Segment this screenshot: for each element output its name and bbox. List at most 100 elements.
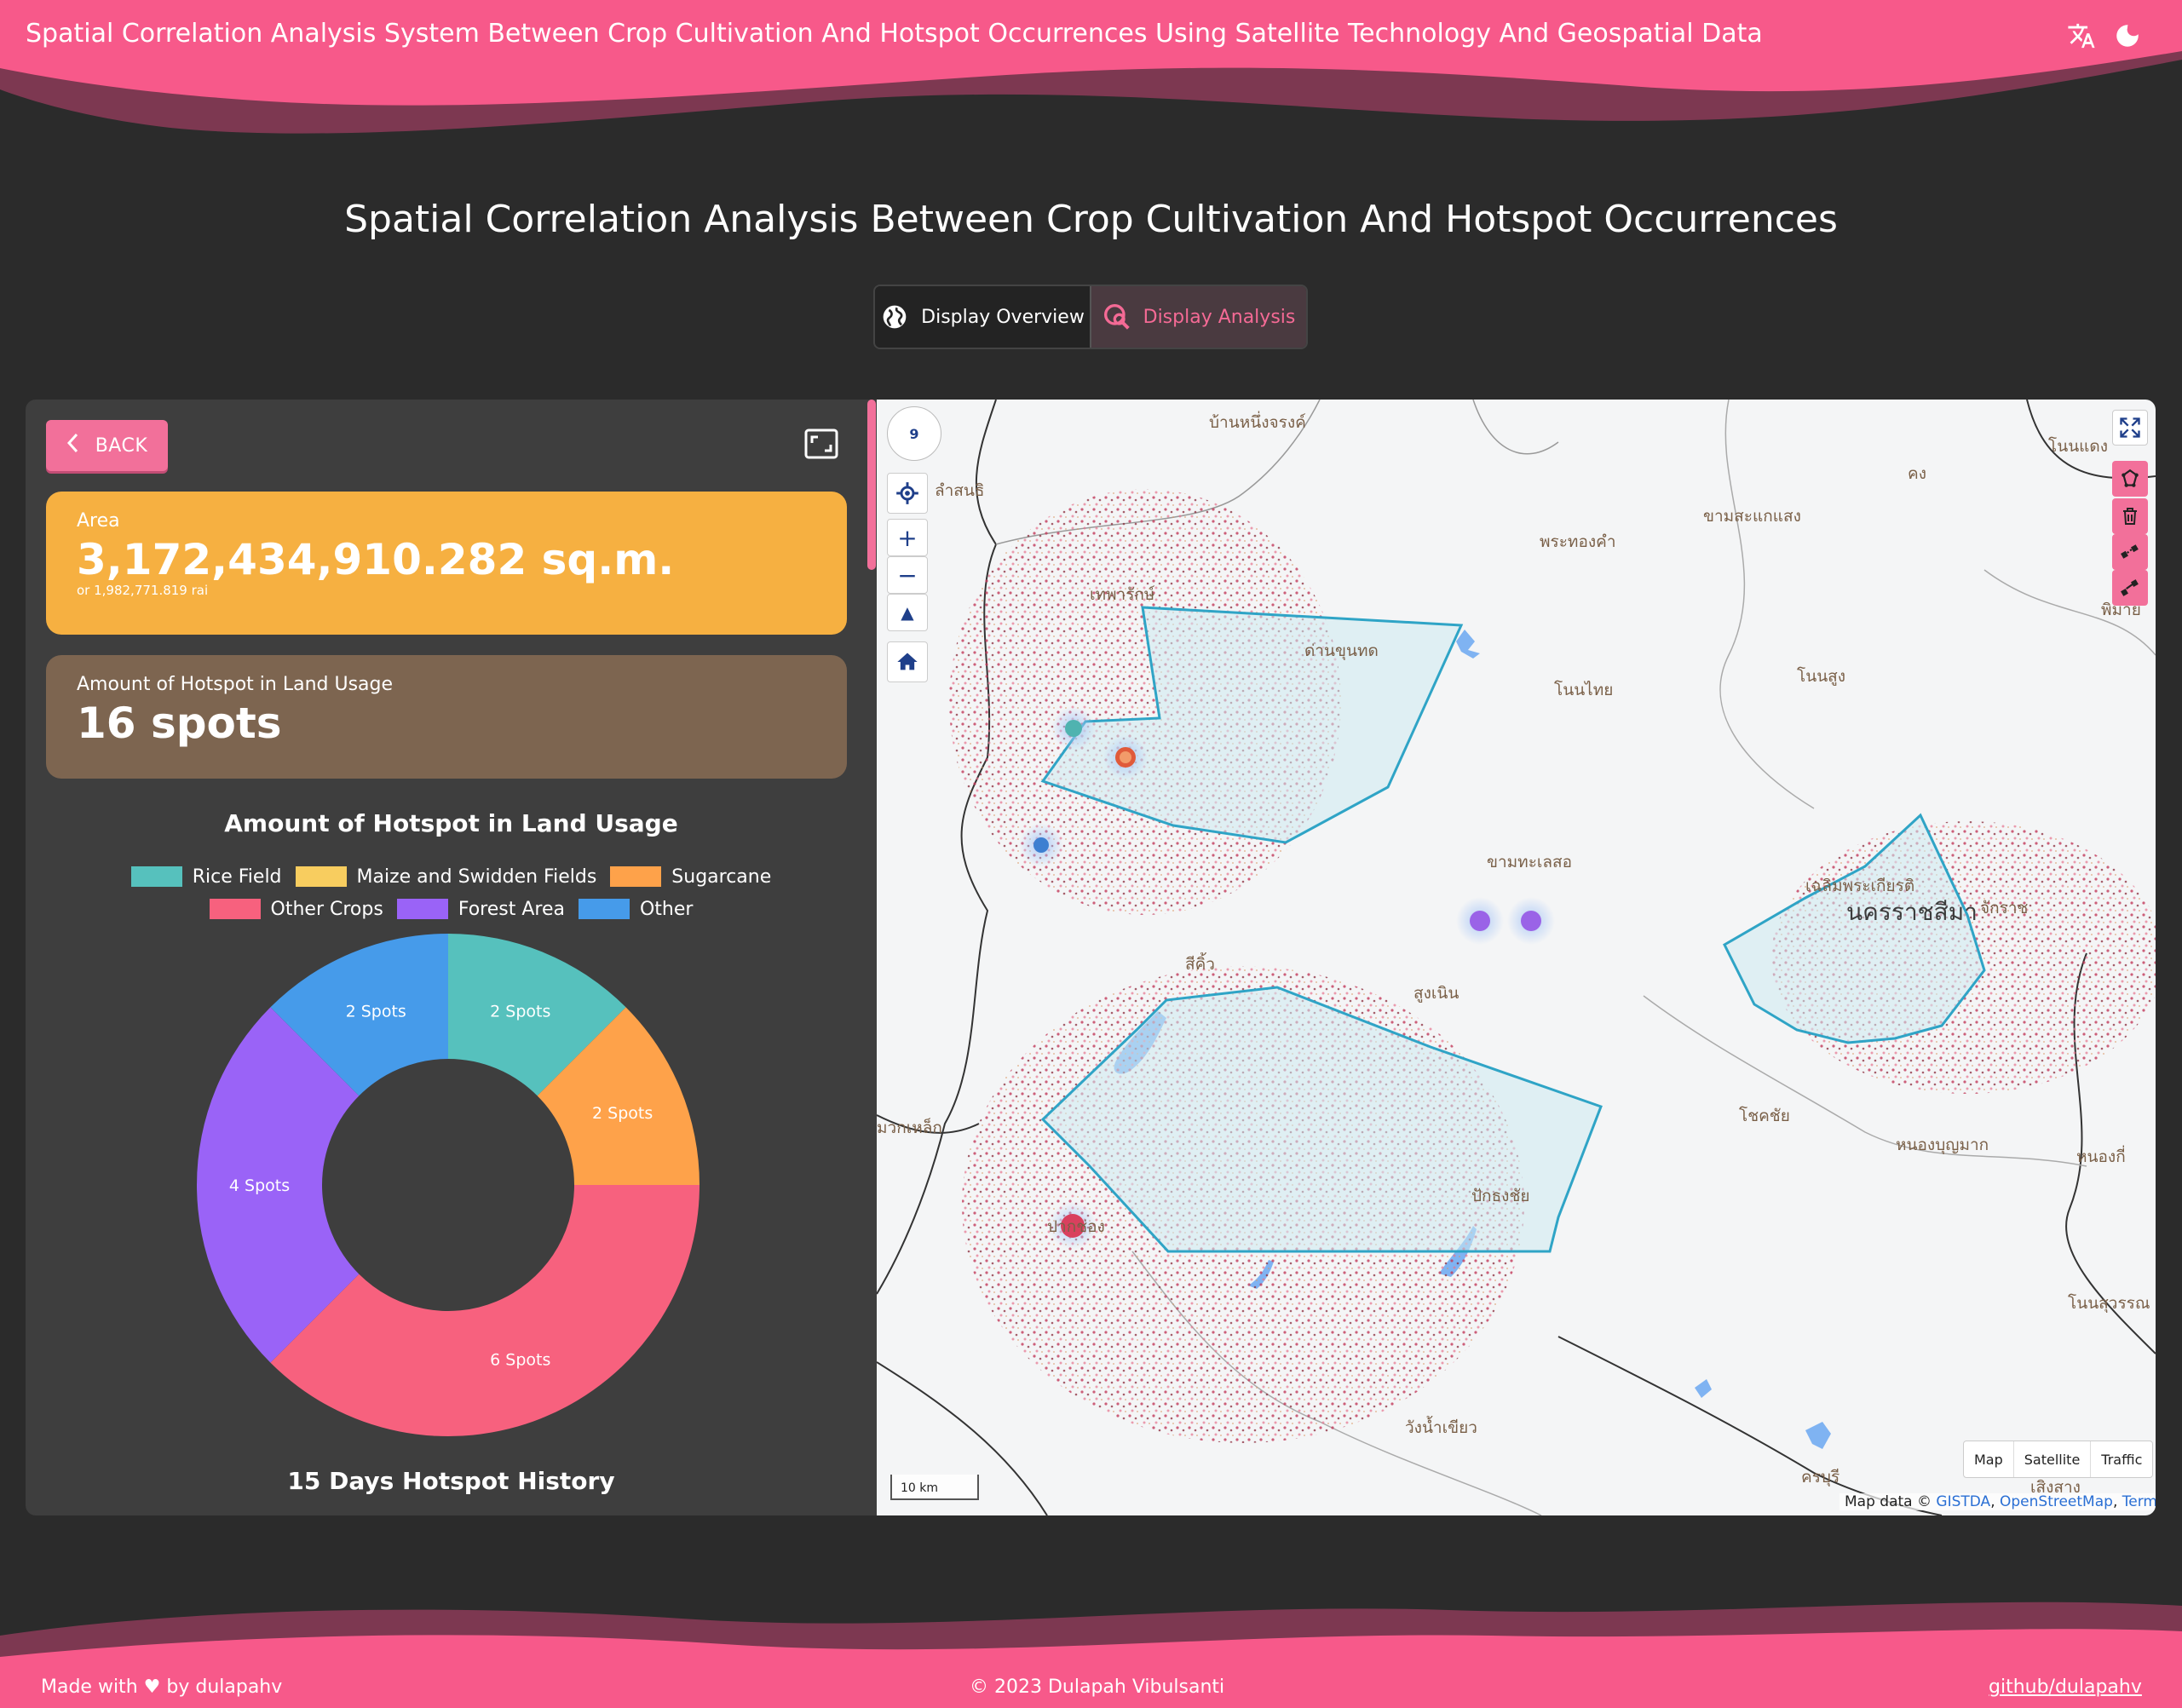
chart-legend: Rice Field Maize and Swidden Fields Sugarc… xyxy=(26,860,877,925)
map-place-label: มวกเหล็ก xyxy=(877,1119,942,1137)
github-link[interactable]: github/dulapahv xyxy=(1989,1676,2142,1698)
map-place-label: โนนไทย xyxy=(1554,681,1614,699)
app-title: Spatial Correlation Analysis System Betw… xyxy=(26,19,1763,49)
map-place-label: จักราช xyxy=(1980,899,2029,917)
tab-display-analysis[interactable]: Display Analysis xyxy=(1090,286,1306,348)
history-title: 15 Days Hotspot History xyxy=(287,1467,615,1495)
map-place-label: ปักธงชัย xyxy=(1471,1187,1530,1205)
map-place-label: บ้านหนึ่งจรงค์ xyxy=(1209,413,1306,432)
donut-slice-label: 4 Spots xyxy=(229,1176,290,1195)
donut-slice[interactable] xyxy=(270,1185,700,1436)
back-button[interactable]: BACK xyxy=(46,420,168,471)
made-with-prefix: Made with xyxy=(41,1676,138,1698)
map-scale-bar: 10 km xyxy=(890,1475,979,1500)
made-with-credit: Made with ♥ by dulapahv xyxy=(41,1676,282,1698)
attribution-prefix: Map data © xyxy=(1845,1493,1937,1510)
tab-display-overview[interactable]: Display Overview xyxy=(875,286,1090,348)
legend-item[interactable]: Maize and Swidden Fields xyxy=(295,866,597,888)
map-place-label: สีคิ้ว xyxy=(1185,955,1215,974)
app-header: Spatial Correlation Analysis System Betw… xyxy=(0,0,2182,149)
zoom-level: 9 xyxy=(909,425,919,442)
map-layer-switch: Map Satellite Traffic xyxy=(1963,1441,2154,1478)
legend-item[interactable]: Other xyxy=(578,899,693,920)
legend-item[interactable]: Rice Field xyxy=(130,866,282,888)
panel-scrollbar[interactable] xyxy=(867,400,876,570)
map-view[interactable]: บ้านหนึ่งจรงค์ลำสนธิเทพารักษ์ด่านขุนทด พร… xyxy=(877,400,2156,1515)
copyright-text: © 2023 Dulapah Vibulsanti xyxy=(970,1676,1225,1698)
merge-shapes-icon[interactable] xyxy=(2112,534,2148,570)
layer-satellite-button[interactable]: Satellite xyxy=(2012,1441,2091,1477)
map-basemap xyxy=(877,400,2156,1515)
map-attribution: Map data © GISTDA, OpenStreetMap, Terms xyxy=(1839,1493,2156,1510)
map-place-label: สูงเนิน xyxy=(1413,984,1459,1003)
area-sub-value: or 1,982,771.819 rai xyxy=(77,583,209,598)
draw-polygon-icon[interactable] xyxy=(2112,461,2148,497)
map-place-label: ขามสะแกแสง xyxy=(1703,507,1801,526)
area-label: Area xyxy=(77,510,120,532)
layer-traffic-button[interactable]: Traffic xyxy=(2090,1441,2152,1477)
home-icon[interactable] xyxy=(887,641,928,682)
trash-icon[interactable] xyxy=(2112,498,2148,534)
area-card: Area 3,172,434,910.282 sq.m. or 1,982,77… xyxy=(46,492,847,635)
legend-row: Rice Field Maize and Swidden Fields Sugarc… xyxy=(26,860,877,893)
made-with-suffix: by dulapahv xyxy=(166,1676,283,1698)
map-place-label: โชคชัย xyxy=(1739,1107,1790,1125)
legend-item[interactable]: Sugarcane xyxy=(610,866,771,888)
map-place-label: วังน้ำเขียว xyxy=(1405,1418,1477,1437)
locate-icon[interactable] xyxy=(887,473,928,514)
legend-label: Maize and Swidden Fields xyxy=(356,866,597,888)
legend-swatch xyxy=(209,899,261,919)
map-place-label: โนนสูง xyxy=(1797,667,1846,686)
legend-swatch xyxy=(295,866,347,887)
map-place-label: ด่านขุนทด xyxy=(1304,641,1379,660)
legend-item[interactable]: Forest Area xyxy=(396,898,565,920)
expand-panel-icon[interactable] xyxy=(804,428,838,459)
legend-swatch xyxy=(578,899,630,919)
attribution-link-osm[interactable]: OpenStreetMap xyxy=(2000,1493,2113,1510)
attribution-link-terms[interactable]: Terms xyxy=(2122,1493,2156,1510)
area-value: 3,172,434,910.282 sq.m. xyxy=(77,535,675,584)
legend-label: Other Crops xyxy=(270,898,383,920)
attribution-link-gistda[interactable]: GISTDA xyxy=(1936,1493,1990,1510)
donut-slice-label: 2 Spots xyxy=(346,1002,406,1021)
hotspot-donut-chart: 2 Spots 2 Spots 6 Spots 4 Spots 2 Spots xyxy=(197,934,700,1436)
chevron-left-icon xyxy=(66,433,80,458)
moon-icon[interactable] xyxy=(2110,19,2145,53)
hotspot-count-value: 16 spots xyxy=(77,699,282,748)
map-place-label: โนนสุวรรณ xyxy=(2068,1294,2150,1313)
map-place-label: หนองบุญมาก xyxy=(1896,1136,1989,1154)
legend-row: Other Crops Forest Area Other xyxy=(26,893,877,925)
zoom-out-button[interactable]: − xyxy=(887,556,928,594)
map-place-label: โนนแดง xyxy=(2048,437,2109,456)
map-place-label: ครบุรี xyxy=(1801,1468,1840,1487)
legend-label: Forest Area xyxy=(458,898,565,920)
globe-icon xyxy=(880,302,909,331)
zoom-in-button[interactable]: + xyxy=(887,519,928,556)
compass-control[interactable]: 9 xyxy=(887,406,941,461)
donut-slice-label: 2 Spots xyxy=(490,1002,550,1021)
tab-display-overview-label: Display Overview xyxy=(921,306,1085,328)
page-title: Spatial Correlation Analysis Between Cro… xyxy=(344,198,1838,241)
legend-swatch xyxy=(610,866,662,887)
map-place-label: หนองกี่ xyxy=(2076,1147,2126,1166)
map-place-label: พระทองคำ xyxy=(1540,532,1616,551)
view-toggle: Display Overview Display Analysis xyxy=(873,285,1308,349)
layer-map-button[interactable]: Map xyxy=(1964,1441,2013,1477)
legend-label: Sugarcane xyxy=(671,866,772,888)
map-place-label: ลำสนธิ xyxy=(935,481,985,500)
map-place-label: เทพารักษ์ xyxy=(1090,585,1155,604)
map-place-label: คง xyxy=(1908,464,1926,483)
app-footer: Made with ♥ by dulapahv © 2023 Dulapah V… xyxy=(0,1584,2182,1708)
translate-icon[interactable] xyxy=(2064,19,2099,53)
legend-swatch xyxy=(396,899,448,919)
back-button-label: BACK xyxy=(95,434,148,457)
tilt-icon[interactable]: ▲ xyxy=(887,594,928,631)
donut-slice-label: 2 Spots xyxy=(592,1104,653,1123)
hotspot-count-card: Amount of Hotspot in Land Usage 16 spots xyxy=(46,655,847,779)
legend-item[interactable]: Other Crops xyxy=(209,898,383,920)
map-place-label: นครราชสีมา xyxy=(1846,898,1978,926)
split-shapes-icon[interactable] xyxy=(2112,570,2148,606)
map-place-label: เฉลิมพระเกียรติ xyxy=(1805,877,1915,895)
donut-slice-label: 6 Spots xyxy=(490,1351,550,1370)
fullscreen-icon[interactable] xyxy=(2112,410,2148,446)
